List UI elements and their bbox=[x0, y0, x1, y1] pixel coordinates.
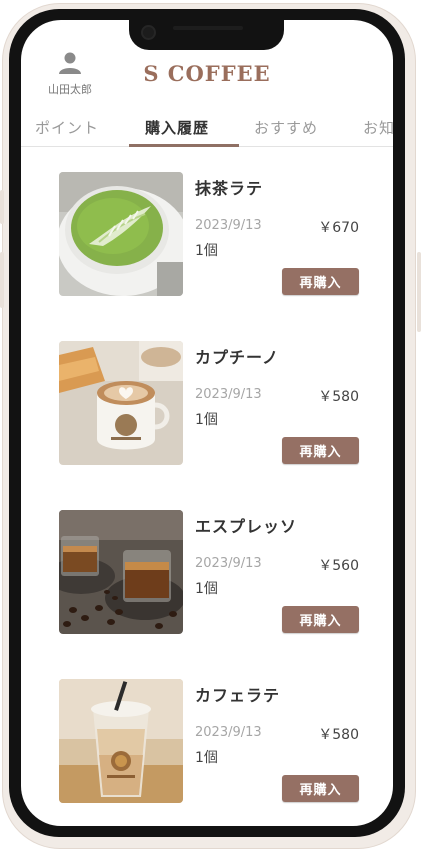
product-name: エスプレッソ bbox=[195, 517, 298, 536]
tab-notices[interactable]: お知 bbox=[363, 117, 393, 138]
purchase-price: ￥580 bbox=[318, 727, 359, 743]
phone-bezel: 山田太郎 S COFFEE ポイント 購入履歴 おすすめ お知 抹茶ラテ 202… bbox=[9, 9, 405, 837]
product-image-espresso bbox=[59, 510, 183, 634]
purchase-quantity: 1個 bbox=[195, 581, 218, 597]
tab-bar: ポイント 購入履歴 おすすめ お知 bbox=[21, 111, 393, 147]
speaker-grille bbox=[173, 26, 243, 30]
brand-logo: S COFFEE bbox=[143, 61, 271, 86]
rebuy-button[interactable]: 再購入 bbox=[282, 775, 359, 802]
rebuy-button[interactable]: 再購入 bbox=[282, 606, 359, 633]
purchase-date: 2023/9/13 bbox=[195, 556, 262, 571]
purchase-item: 抹茶ラテ 2023/9/13 ￥670 1個 再購入 bbox=[59, 172, 359, 296]
tab-recommended[interactable]: おすすめ bbox=[254, 117, 318, 138]
phone-side-button bbox=[0, 190, 4, 224]
purchase-quantity: 1個 bbox=[195, 750, 218, 766]
product-image-matcha-latte bbox=[59, 172, 183, 296]
purchase-price: ￥560 bbox=[318, 558, 359, 574]
phone-notch bbox=[129, 20, 284, 50]
product-image-cafe-latte bbox=[59, 679, 183, 803]
purchase-quantity: 1個 bbox=[195, 243, 218, 259]
rebuy-button[interactable]: 再購入 bbox=[282, 437, 359, 464]
purchase-item: カプチーノ 2023/9/13 ￥580 1個 再購入 bbox=[59, 341, 359, 465]
product-name: カプチーノ bbox=[195, 348, 280, 367]
product-image-cappuccino bbox=[59, 341, 183, 465]
purchase-item: エスプレッソ 2023/9/13 ￥560 1個 再購入 bbox=[59, 510, 359, 634]
product-name: カフェラテ bbox=[195, 686, 281, 705]
active-tab-indicator bbox=[129, 144, 239, 147]
purchase-date: 2023/9/13 bbox=[195, 218, 262, 233]
product-name: 抹茶ラテ bbox=[195, 179, 264, 198]
tab-points[interactable]: ポイント bbox=[35, 117, 99, 138]
phone-volume-button bbox=[0, 252, 4, 308]
purchase-price: ￥580 bbox=[318, 389, 359, 405]
purchase-price: ￥670 bbox=[318, 220, 359, 236]
camera-icon bbox=[141, 25, 156, 40]
rebuy-button[interactable]: 再購入 bbox=[282, 268, 359, 295]
phone-power-button bbox=[417, 252, 421, 332]
tab-purchase-history[interactable]: 購入履歴 bbox=[145, 117, 209, 138]
app-screen: 山田太郎 S COFFEE ポイント 購入履歴 おすすめ お知 抹茶ラテ 202… bbox=[21, 20, 393, 826]
purchase-date: 2023/9/13 bbox=[195, 387, 262, 402]
purchase-item: カフェラテ 2023/9/13 ￥580 1個 再購入 bbox=[59, 679, 359, 803]
purchase-quantity: 1個 bbox=[195, 412, 218, 428]
purchase-date: 2023/9/13 bbox=[195, 725, 262, 740]
